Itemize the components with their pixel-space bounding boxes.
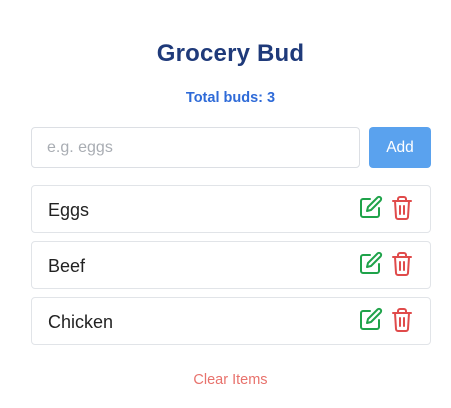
page-title: Grocery Bud [156, 40, 305, 67]
edit-icon [359, 195, 383, 219]
grocery-input[interactable] [31, 127, 360, 168]
grocery-list: Eggs Beef Chicken [31, 185, 431, 353]
delete-button[interactable] [390, 251, 414, 277]
edit-button[interactable] [359, 195, 383, 219]
delete-button[interactable] [390, 307, 414, 333]
list-item: Chicken [31, 297, 431, 345]
list-item: Beef [31, 241, 431, 289]
trash-icon [390, 307, 414, 333]
trash-icon [390, 251, 414, 277]
edit-button[interactable] [359, 307, 383, 331]
trash-icon [390, 195, 414, 221]
item-label: Chicken [48, 312, 114, 332]
grocery-app: Grocery Bud Total buds: 3 Add Eggs [0, 0, 451, 408]
total-count: Total buds: 3 [185, 90, 276, 106]
clear-items-button[interactable]: Clear Items [0, 372, 451, 388]
edit-button[interactable] [359, 251, 383, 275]
edit-icon [359, 307, 383, 331]
item-label: Eggs [48, 200, 90, 220]
delete-button[interactable] [390, 195, 414, 221]
list-item: Eggs [31, 185, 431, 233]
add-button[interactable]: Add [369, 127, 431, 168]
edit-icon [359, 251, 383, 275]
item-label: Beef [48, 256, 86, 276]
